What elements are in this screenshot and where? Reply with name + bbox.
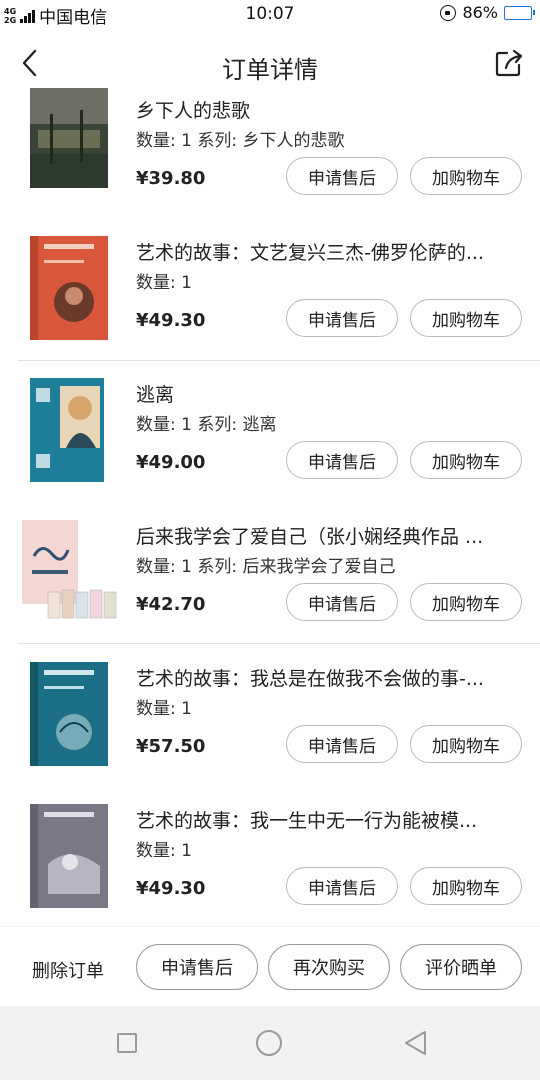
after-sale-button[interactable]: 申请售后	[286, 583, 398, 621]
add-to-cart-button[interactable]: 加购物车	[410, 157, 522, 195]
product-price: ¥49.30	[136, 878, 206, 899]
book-cover[interactable]	[30, 378, 108, 482]
product-name[interactable]: 艺术的故事：文艺复兴三杰-佛罗伦萨的...	[136, 238, 522, 265]
divider	[18, 360, 540, 361]
after-sale-button[interactable]: 申请售后	[286, 441, 398, 479]
home-icon[interactable]	[256, 1030, 282, 1056]
product-price: ¥57.50	[136, 736, 206, 757]
product-price: ¥39.80	[136, 168, 206, 189]
list-item[interactable]: 逃离 数量: 1 系列: 逃离 ¥49.00 申请售后 加购物车	[0, 368, 540, 510]
product-meta: 数量: 1 系列: 逃离	[136, 415, 277, 435]
add-to-cart-button[interactable]: 加购物车	[410, 583, 522, 621]
order-action-bar: 删除订单 申请售后 再次购买 评价晒单	[0, 926, 540, 1006]
after-sale-button[interactable]: 申请售后	[286, 299, 398, 337]
book-cover[interactable]	[30, 236, 108, 340]
rebuy-button[interactable]: 再次购买	[268, 944, 390, 990]
product-price: ¥42.70	[136, 594, 206, 615]
product-meta: 数量: 1 系列: 后来我学会了爱自己	[136, 557, 396, 577]
delete-order-button[interactable]: 删除订单	[32, 957, 104, 983]
product-name[interactable]: 后来我学会了爱自己（张小娴经典作品 ...	[136, 522, 522, 549]
battery-icon	[504, 5, 535, 20]
add-to-cart-button[interactable]: 加购物车	[410, 299, 522, 337]
order-item-list[interactable]: 乡下人的悲歌 数量: 1 系列: 乡下人的悲歌 ¥39.80 申请售后 加购物车…	[0, 88, 540, 926]
back-icon[interactable]	[403, 1030, 429, 1056]
add-to-cart-button[interactable]: 加购物车	[410, 441, 522, 479]
product-name[interactable]: 艺术的故事：我一生中无一行为能被模...	[136, 806, 522, 833]
book-cover[interactable]	[30, 804, 108, 908]
add-to-cart-button[interactable]: 加购物车	[410, 867, 522, 905]
review-button[interactable]: 评价晒单	[400, 944, 522, 990]
list-item[interactable]: 乡下人的悲歌 数量: 1 系列: 乡下人的悲歌 ¥39.80 申请售后 加购物车	[0, 88, 540, 226]
after-sale-button[interactable]: 申请售后	[286, 725, 398, 763]
list-item[interactable]: 艺术的故事：文艺复兴三杰-佛罗伦萨的... 数量: 1 ¥49.30 申请售后 …	[0, 226, 540, 368]
book-cover[interactable]	[30, 662, 108, 766]
after-sale-button[interactable]: 申请售后	[286, 867, 398, 905]
list-item[interactable]: 艺术的故事：我一生中无一行为能被模... 数量: 1 ¥49.30 申请售后 加…	[0, 794, 540, 926]
product-meta: 数量: 1 系列: 乡下人的悲歌	[136, 131, 345, 151]
after-sale-order-button[interactable]: 申请售后	[136, 944, 258, 990]
divider	[18, 643, 540, 644]
product-meta: 数量: 1	[136, 273, 192, 293]
product-name[interactable]: 艺术的故事：我总是在做我不会做的事-...	[136, 664, 522, 691]
system-nav-bar	[0, 1006, 540, 1080]
battery-percent: 86%	[462, 3, 498, 22]
product-meta: 数量: 1	[136, 699, 192, 719]
product-name[interactable]: 乡下人的悲歌	[136, 96, 522, 123]
rotation-lock-icon	[440, 4, 457, 21]
product-meta: 数量: 1	[136, 841, 192, 861]
page-title: 订单详情	[222, 56, 318, 84]
book-cover[interactable]	[18, 520, 118, 624]
product-price: ¥49.00	[136, 452, 206, 473]
status-right: 86%	[440, 3, 535, 22]
recent-apps-icon[interactable]	[117, 1033, 137, 1053]
list-item[interactable]: 后来我学会了爱自己（张小娴经典作品 ... 数量: 1 系列: 后来我学会了爱自…	[0, 510, 540, 652]
add-to-cart-button[interactable]: 加购物车	[410, 725, 522, 763]
after-sale-button[interactable]: 申请售后	[286, 157, 398, 195]
status-bar: 4G 2G 中国电信 10:07 86%	[0, 0, 540, 28]
product-name[interactable]: 逃离	[136, 380, 522, 407]
list-item[interactable]: 艺术的故事：我总是在做我不会做的事-... 数量: 1 ¥57.50 申请售后 …	[0, 652, 540, 794]
share-icon[interactable]	[492, 46, 526, 80]
book-cover[interactable]	[30, 88, 108, 188]
product-price: ¥49.30	[136, 310, 206, 331]
